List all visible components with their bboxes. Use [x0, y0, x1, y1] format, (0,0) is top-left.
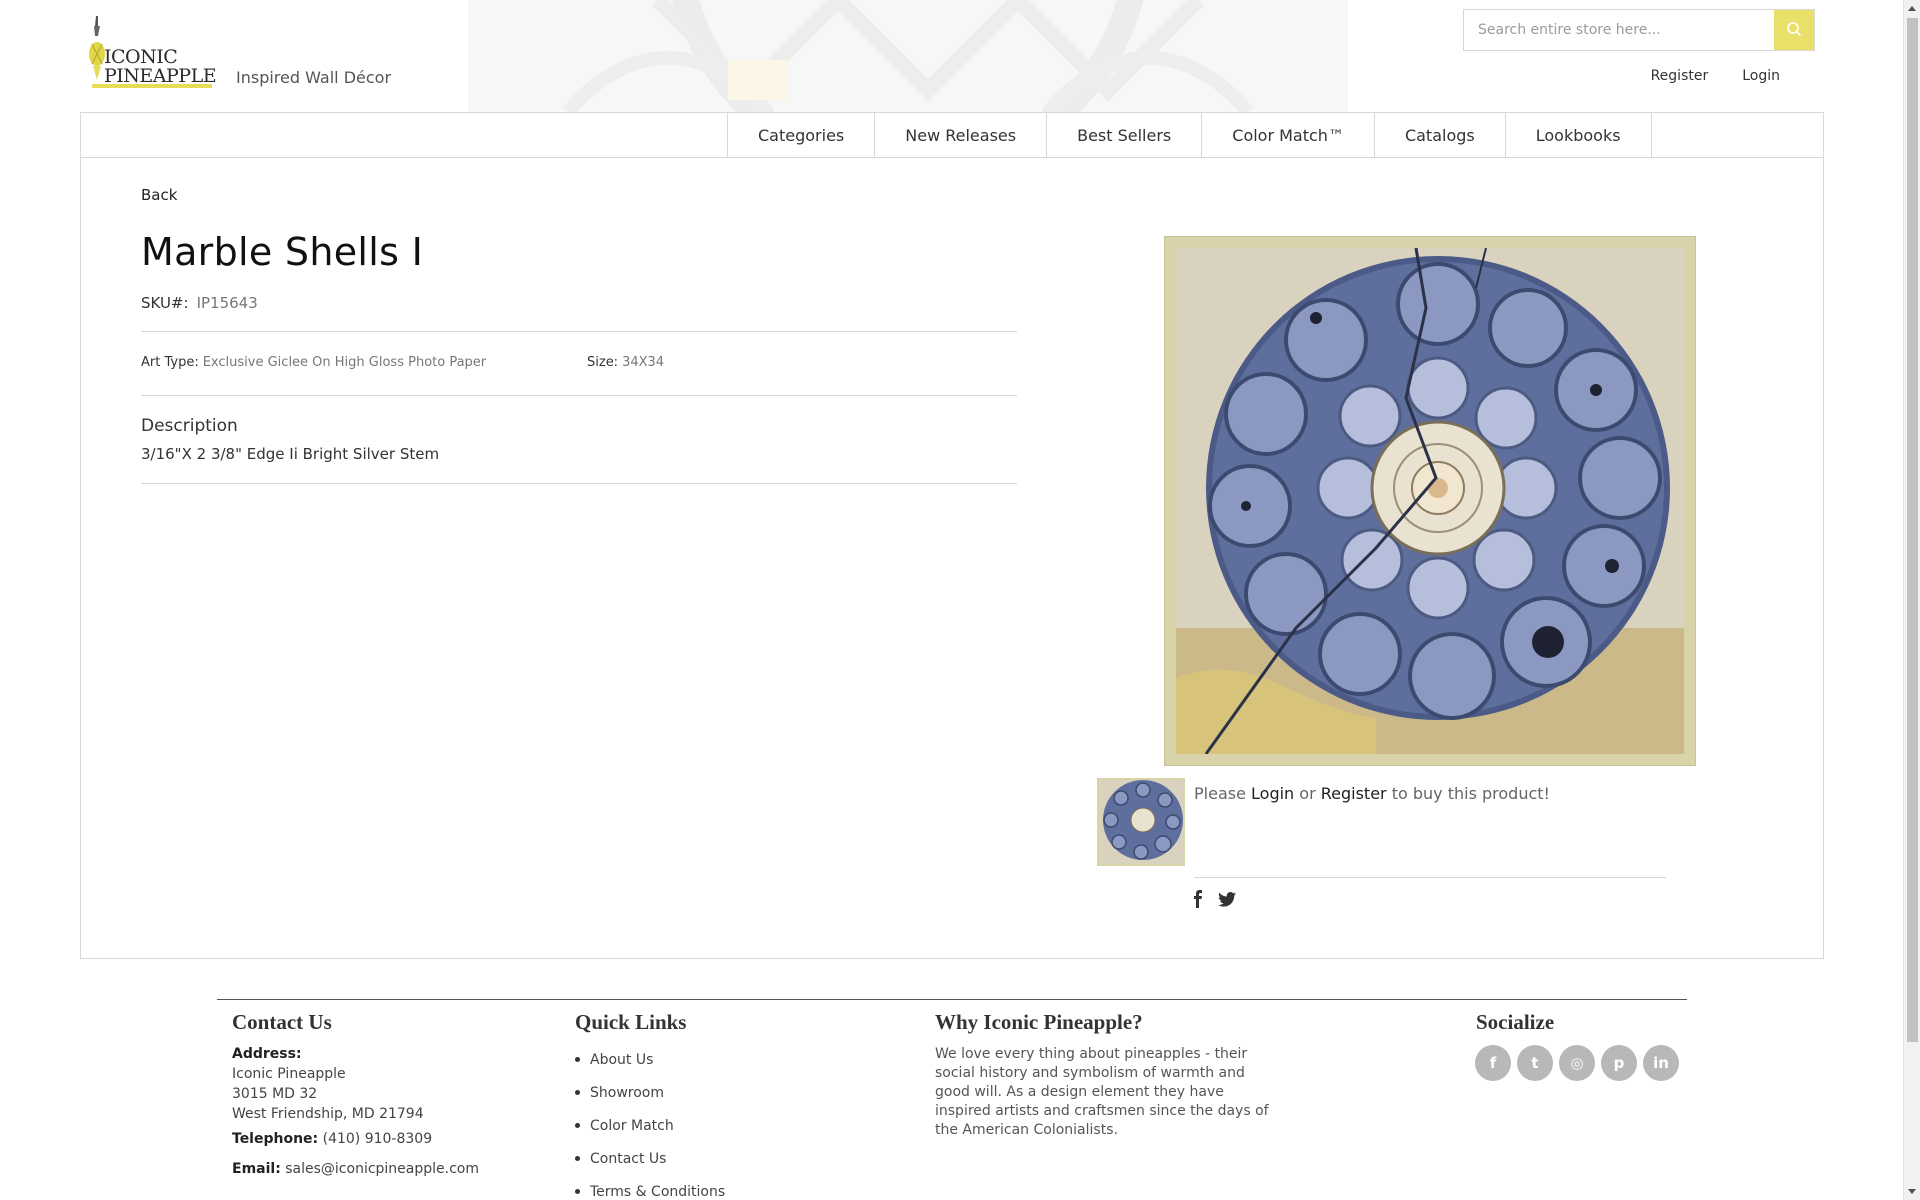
sku-value: IP15643 — [196, 294, 258, 312]
nav-item-color-match[interactable]: Color Match™ — [1202, 113, 1375, 157]
divider — [141, 395, 1017, 396]
address-label: Address: — [232, 1046, 302, 1062]
nav-item-categories[interactable]: Categories — [728, 113, 876, 157]
twitter-icon[interactable]: t — [1517, 1045, 1553, 1081]
search-icon — [1786, 21, 1802, 40]
quick-link-about-us[interactable]: About Us — [575, 1043, 725, 1076]
main-navigation: Categories New Releases Best Sellers Col… — [80, 112, 1824, 158]
product-sku: SKU#: IP15643 — [141, 294, 258, 312]
social-icons: f t ◎ p in — [1475, 1045, 1679, 1081]
buy-suffix: to buy this product! — [1391, 784, 1550, 803]
footer-socialize-title: Socialize — [1476, 1010, 1555, 1034]
product-thumbnail[interactable] — [1097, 778, 1185, 866]
address-line-3: West Friendship, MD 21794 — [232, 1106, 424, 1122]
facebook-icon[interactable]: f — [1475, 1045, 1511, 1081]
quick-link-label: Color Match — [590, 1117, 674, 1134]
buy-register-link[interactable]: Register — [1321, 784, 1387, 803]
nav-item-lookbooks[interactable]: Lookbooks — [1506, 113, 1652, 157]
email-label: Email: — [232, 1161, 281, 1177]
telephone-value[interactable]: (410) 910-8309 — [323, 1131, 433, 1147]
search-input[interactable] — [1464, 10, 1774, 50]
bullet-icon — [575, 1123, 580, 1128]
register-link[interactable]: Register — [1651, 68, 1709, 84]
quick-link-label: Showroom — [590, 1084, 664, 1101]
nav-item-new-releases[interactable]: New Releases — [875, 113, 1048, 157]
quick-link-contact-us[interactable]: Contact Us — [575, 1142, 725, 1175]
buy-message: Please Login or Register to buy this pro… — [1194, 784, 1550, 803]
address-line-1: Iconic Pineapple — [232, 1066, 346, 1082]
size: Size: 34X34 — [587, 355, 664, 370]
footer-address: Address: Iconic Pineapple 3015 MD 32 Wes… — [232, 1044, 424, 1124]
sku-label: SKU#: — [141, 294, 189, 312]
brand-underline — [92, 84, 212, 88]
footer-telephone: Telephone: (410) 910-8309 — [232, 1129, 432, 1149]
quick-link-color-match[interactable]: Color Match — [575, 1109, 725, 1142]
share-icons — [1192, 890, 1236, 912]
nav-item-best-sellers[interactable]: Best Sellers — [1047, 113, 1203, 157]
search-box — [1463, 9, 1815, 51]
pinterest-icon[interactable]: p — [1601, 1045, 1637, 1081]
page-scrollbar[interactable] — [1903, 0, 1920, 1200]
linkedin-icon[interactable]: in — [1643, 1045, 1679, 1081]
scroll-up-icon[interactable] — [1908, 6, 1916, 11]
footer-quick-links-title: Quick Links — [575, 1010, 687, 1034]
buy-prefix: Please — [1194, 784, 1246, 803]
art-type-value: Exclusive Giclee On High Gloss Photo Pap… — [202, 355, 487, 370]
scroll-down-icon[interactable] — [1908, 1189, 1916, 1194]
address-line-2: 3015 MD 32 — [232, 1086, 318, 1102]
instagram-icon[interactable]: ◎ — [1559, 1045, 1595, 1081]
quick-link-terms[interactable]: Terms & Conditions — [575, 1175, 725, 1200]
buy-login-link[interactable]: Login — [1251, 784, 1294, 803]
art-type-label: Art Type: — [141, 355, 199, 370]
quick-link-label: Terms & Conditions — [590, 1183, 726, 1200]
search-button[interactable] — [1774, 10, 1814, 50]
product-image — [1176, 248, 1684, 754]
divider — [141, 331, 1017, 332]
email-value[interactable]: sales@iconicpineapple.com — [285, 1161, 479, 1177]
bullet-icon — [575, 1156, 580, 1161]
divider — [1194, 877, 1666, 878]
description-text: 3/16"X 2 3/8" Edge Ii Bright Silver Stem — [141, 445, 440, 463]
header-background-pattern — [468, 0, 1348, 112]
bullet-icon — [575, 1090, 580, 1095]
footer-contact-title: Contact Us — [232, 1010, 332, 1034]
telephone-label: Telephone: — [232, 1131, 319, 1147]
bullet-icon — [575, 1189, 580, 1194]
tagline: Inspired Wall Décor — [236, 68, 392, 87]
scrollbar-thumb[interactable] — [1907, 18, 1918, 1042]
back-link[interactable]: Back — [141, 186, 177, 204]
product-image-frame[interactable] — [1164, 236, 1696, 766]
footer-why-title: Why Iconic Pineapple? — [935, 1010, 1143, 1034]
quick-link-label: Contact Us — [590, 1150, 667, 1167]
description-title: Description — [141, 416, 238, 436]
quick-link-showroom[interactable]: Showroom — [575, 1076, 725, 1109]
size-label: Size: — [587, 355, 619, 370]
bullet-icon — [575, 1057, 580, 1062]
art-type: Art Type: Exclusive Giclee On High Gloss … — [141, 355, 486, 370]
footer-why-text: We love every thing about pineapples - t… — [935, 1046, 1269, 1138]
footer-divider — [217, 999, 1687, 1000]
nav-item-catalogs[interactable]: Catalogs — [1375, 113, 1506, 157]
size-value: 34X34 — [622, 355, 665, 370]
login-link[interactable]: Login — [1742, 68, 1780, 84]
account-links: Register Login — [1617, 68, 1780, 84]
quick-links-list: About Us Showroom Color Match Contact Us… — [575, 1043, 725, 1200]
twitter-icon[interactable] — [1218, 891, 1236, 911]
buy-or: or — [1299, 784, 1316, 803]
quick-link-label: About Us — [590, 1051, 654, 1068]
facebook-icon[interactable] — [1192, 890, 1204, 912]
footer-email: Email: sales@iconicpineapple.com — [232, 1159, 479, 1179]
product-title: Marble Shells I — [141, 230, 424, 274]
brand-wordmark: ICONIC PINEAPPLE — [104, 48, 217, 86]
divider — [141, 483, 1017, 484]
